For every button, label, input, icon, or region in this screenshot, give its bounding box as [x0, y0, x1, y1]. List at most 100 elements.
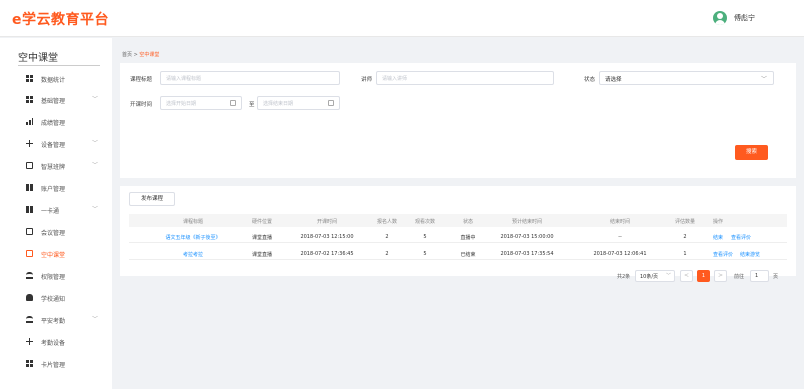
sidebar-item-meetings[interactable]: 会议管理 [0, 225, 112, 239]
grid-icon [26, 96, 33, 103]
column-header[interactable]: 操作 [713, 218, 723, 225]
publish-course-button[interactable]: 发布课程 [129, 192, 175, 206]
goto-label: 前往 [734, 274, 745, 280]
page-size-value: 10条/页 [640, 274, 659, 280]
sidebar-item-attendance-devices[interactable]: 考勤设备 [0, 335, 112, 349]
page-suffix: 页 [773, 274, 779, 280]
sidebar-item-smart-board[interactable]: 智慧班牌 ﹀ [0, 159, 112, 173]
start-time-cell: 2018-07-03 12:15:00 [300, 234, 354, 240]
sidebar-item-permissions[interactable]: 权限管理 [0, 269, 112, 283]
start-date-placeholder: 选择开始日期 [166, 101, 197, 107]
title-search-input[interactable]: 请输入课程标题 [160, 71, 340, 85]
course-title-link[interactable]: 语文五年级《新子後至》 [165, 234, 220, 241]
table-header: 课程标题 硬件位置 开课时间 报名人数 观看次数 状态 预计结束时间 结束时间 … [129, 214, 787, 227]
table-row: 考拉考拉 课堂直播 2018-07-02 17:36:45 2 5 已结束 20… [129, 248, 787, 260]
avatar[interactable] [713, 11, 727, 25]
time-filter-label: 开课时间 [130, 102, 153, 108]
status-select-value: 请选择 [605, 77, 622, 83]
sidebar-item-accounts[interactable]: 账户管理 [0, 181, 112, 195]
sidebar-item-label: 一卡通 [41, 208, 60, 215]
avatar-body-shape [715, 20, 725, 25]
expected-end-cell: 2018-07-03 15:00:00 [500, 234, 554, 240]
sidebar-item-air-classroom[interactable]: 空中课堂 [0, 247, 112, 261]
signups-cell: 2 [385, 234, 389, 240]
views-cell: 5 [423, 234, 427, 240]
end-date-placeholder: 选择结束日期 [263, 101, 294, 107]
breadcrumb-home[interactable]: 首页 [122, 52, 132, 58]
view-evaluations-link[interactable]: 查看评价 [731, 234, 751, 241]
sidebar-item-devices[interactable]: 设备管理 ﹀ [0, 137, 112, 151]
start-date-input[interactable]: 选择开始日期 [160, 96, 242, 110]
sidebar-item-grades[interactable]: 成绩管理 [0, 115, 112, 129]
teacher-search-placeholder: 请输入讲师 [382, 76, 408, 82]
end-tour-link[interactable]: 结束游览 [740, 251, 760, 258]
current-page-button[interactable]: 1 [697, 270, 710, 282]
sidebar: 空中课堂 数据统计 基础管理 ﹀ 成绩管理 设备管理 ﹀ 智慧班牌 ﹀ 账户管理… [0, 38, 112, 389]
sidebar-item-basic-management[interactable]: 基础管理 ﹀ [0, 93, 112, 107]
sidebar-item-label: 会议管理 [41, 230, 66, 237]
teacher-filter-label: 讲师 [361, 77, 373, 83]
sidebar-title: 空中课堂 [18, 53, 58, 64]
prev-page-button[interactable]: < [680, 270, 693, 282]
column-header[interactable]: 预计结束时间 [512, 218, 542, 225]
column-header[interactable]: 开课时间 [317, 218, 337, 225]
signups-cell: 2 [385, 251, 389, 257]
grid-icon [26, 360, 33, 367]
views-cell: 5 [423, 251, 427, 257]
sidebar-item-label: 空中课堂 [41, 252, 66, 259]
chevron-down-icon: ﹀ [92, 96, 99, 103]
sidebar-item-label: 考勤设备 [41, 340, 66, 347]
sidebar-item-attendance[interactable]: 平安考勤 ﹀ [0, 313, 112, 327]
sidebar-item-label: 智慧班牌 [41, 164, 66, 171]
page-size-select[interactable]: 10条/页 ﹀ [635, 270, 675, 282]
chevron-down-icon: ﹀ [92, 162, 99, 169]
course-title-link[interactable]: 考拉考拉 [183, 251, 203, 258]
column-header[interactable]: 评估数量 [675, 218, 695, 225]
calendar-icon [230, 100, 236, 106]
evaluations-cell: 2 [683, 234, 687, 240]
top-header: e学云教育平台 傅彪宁 [0, 0, 804, 37]
sidebar-item-cards[interactable]: 卡片管理 [0, 357, 112, 371]
app-logo[interactable]: e学云教育平台 [12, 9, 109, 29]
book-icon [26, 206, 33, 213]
sidebar-item-card[interactable]: 一卡通 ﹀ [0, 203, 112, 217]
sidebar-item-label: 基础管理 [41, 98, 66, 105]
plus-icon [26, 140, 33, 147]
column-header[interactable]: 结束时间 [610, 218, 630, 225]
filter-panel: 课程标题 请输入课程标题 讲师 请输入讲师 状态 请选择 ﹀ 开课时间 选择开始… [120, 63, 796, 178]
chevron-down-icon: ﹀ [665, 273, 671, 279]
sidebar-item-data-stats[interactable]: 数据统计 [0, 72, 112, 86]
status-filter-label: 状态 [584, 77, 596, 83]
column-header[interactable]: 报名人数 [377, 218, 397, 225]
next-page-button[interactable]: > [714, 270, 727, 282]
status-select[interactable]: 请选择 ﹀ [599, 71, 774, 85]
column-header[interactable]: 硬件位置 [252, 218, 272, 225]
view-evaluations-link[interactable]: 查看评价 [713, 251, 733, 258]
end-course-link[interactable]: 结束 [713, 234, 723, 241]
chevron-down-icon: ﹀ [92, 206, 99, 213]
date-range-separator: 至 [249, 102, 255, 108]
sidebar-item-label: 账户管理 [41, 186, 66, 193]
teacher-search-input[interactable]: 请输入讲师 [376, 71, 554, 85]
column-header[interactable]: 观看次数 [415, 218, 435, 225]
chevron-down-icon: ﹀ [92, 140, 99, 147]
username[interactable]: 傅彪宁 [734, 13, 755, 23]
goto-page-input[interactable]: 1 [750, 270, 769, 282]
table-row: 语文五年级《新子後至》 课堂直播 2018-07-03 12:15:00 2 5… [129, 231, 787, 243]
search-button[interactable]: 搜索 [735, 145, 768, 160]
calendar-icon [328, 100, 334, 106]
sidebar-item-label: 平安考勤 [41, 318, 66, 325]
expected-end-cell: 2018-07-03 17:35:54 [500, 251, 554, 257]
screen-icon [26, 250, 33, 257]
grid-icon [26, 75, 33, 82]
sidebar-item-label: 成绩管理 [41, 120, 66, 127]
column-header[interactable]: 课程标题 [183, 218, 203, 225]
column-header[interactable]: 状态 [463, 218, 473, 225]
total-count: 共2条 [617, 274, 631, 280]
sidebar-item-notices[interactable]: 学校通知 [0, 291, 112, 305]
end-date-input[interactable]: 选择结束日期 [257, 96, 340, 110]
start-time-cell: 2018-07-02 17:36:45 [300, 251, 354, 257]
sidebar-divider [18, 65, 100, 66]
avatar-head-shape [717, 13, 723, 19]
status-cell: 已结束 [460, 252, 476, 258]
